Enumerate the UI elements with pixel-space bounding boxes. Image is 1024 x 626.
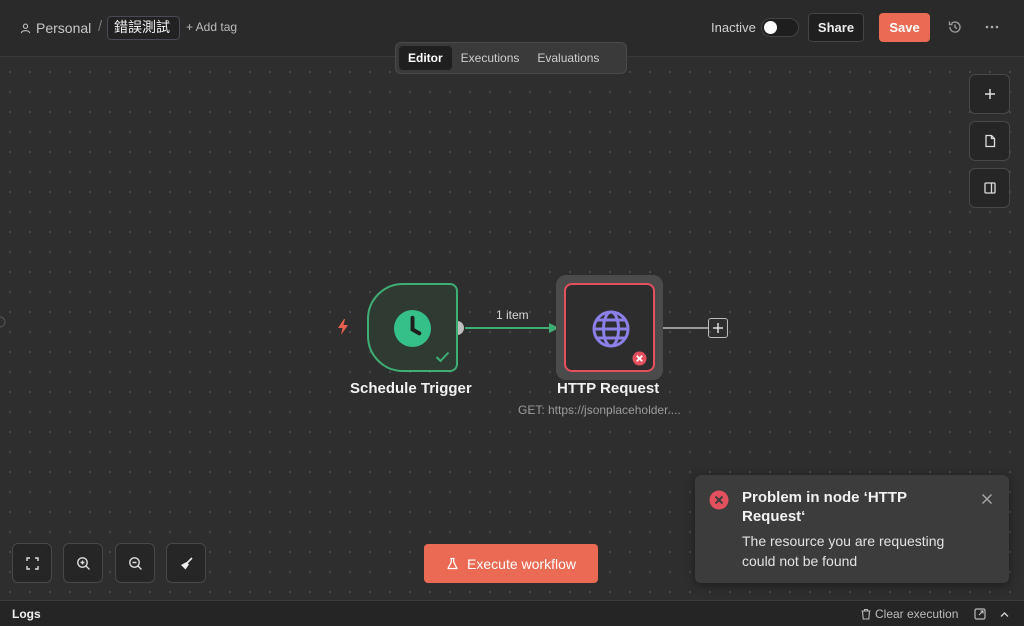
fit-view-button[interactable]: [12, 543, 52, 583]
close-icon[interactable]: [981, 493, 993, 505]
clear-execution-label: Clear execution: [875, 607, 959, 621]
toggle-knob: [764, 21, 777, 34]
plus-icon: [713, 323, 723, 333]
add-tag-button[interactable]: + Add tag: [186, 20, 237, 34]
broom-icon: [180, 556, 193, 569]
error-circle-icon: [709, 490, 729, 510]
connection-item-count: 1 item: [496, 308, 529, 322]
execute-workflow-button[interactable]: Execute workflow: [424, 544, 598, 583]
error-toast: Problem in node ‘HTTP Request‘ The resou…: [695, 475, 1009, 583]
tab-executions[interactable]: Executions: [452, 46, 529, 70]
panel-icon: [983, 182, 996, 194]
lightning-icon: [338, 319, 348, 335]
node-subtitle-http-request: GET: https://jsonplaceholder....: [518, 403, 681, 417]
share-button[interactable]: Share: [808, 13, 864, 42]
pop-out-icon[interactable]: [974, 608, 986, 620]
tab-evaluations[interactable]: Evaluations: [528, 46, 608, 70]
zoom-in-button[interactable]: [63, 543, 103, 583]
tidy-up-button[interactable]: [166, 543, 206, 583]
toggle-panel-button[interactable]: [969, 168, 1010, 208]
save-button[interactable]: Save: [879, 13, 930, 42]
breadcrumb-project[interactable]: Personal: [20, 19, 91, 37]
active-status-label: Inactive: [711, 20, 756, 35]
fit-view-icon: [25, 556, 39, 570]
error-icon: [632, 351, 647, 366]
toast-message: The resource you are requesting could no…: [742, 533, 945, 569]
plus-icon: [984, 89, 995, 99]
toast-title: Problem in node ‘HTTP Request‘: [742, 489, 907, 525]
zoom-in-icon: [76, 556, 90, 570]
add-node-button[interactable]: [969, 74, 1010, 114]
clear-execution-button[interactable]: Clear execution: [860, 607, 958, 621]
user-icon: [20, 23, 31, 33]
node-schedule-trigger[interactable]: [367, 283, 458, 372]
workflow-name-field[interactable]: 錯誤測試: [107, 16, 180, 40]
zoom-out-icon: [128, 556, 142, 570]
clock-icon: [393, 309, 432, 348]
breadcrumb-separator: /: [98, 18, 103, 35]
history-icon[interactable]: [947, 19, 963, 35]
active-toggle[interactable]: [761, 18, 799, 37]
tab-editor[interactable]: Editor: [399, 46, 452, 70]
chevron-up-icon[interactable]: [999, 609, 1010, 620]
note-icon: [984, 134, 995, 148]
trash-icon: [861, 608, 871, 620]
logs-title: Logs: [12, 607, 41, 621]
check-icon: [435, 351, 450, 363]
node-http-request[interactable]: [564, 283, 655, 372]
node-title-schedule-trigger: Schedule Trigger: [350, 380, 472, 397]
flask-icon: [447, 557, 458, 570]
zoom-out-button[interactable]: [115, 543, 155, 583]
view-tabs: Editor Executions Evaluations: [395, 42, 627, 74]
node-title-http-request: HTTP Request: [557, 380, 660, 397]
sticky-note-button[interactable]: [969, 121, 1010, 161]
more-options-icon[interactable]: [984, 19, 1000, 35]
add-next-node-button[interactable]: [708, 318, 728, 338]
execute-workflow-label: Execute workflow: [467, 555, 576, 572]
globe-icon: [592, 310, 630, 348]
logs-panel[interactable]: Logs Clear execution: [0, 600, 1024, 626]
project-label: Personal: [36, 20, 92, 36]
